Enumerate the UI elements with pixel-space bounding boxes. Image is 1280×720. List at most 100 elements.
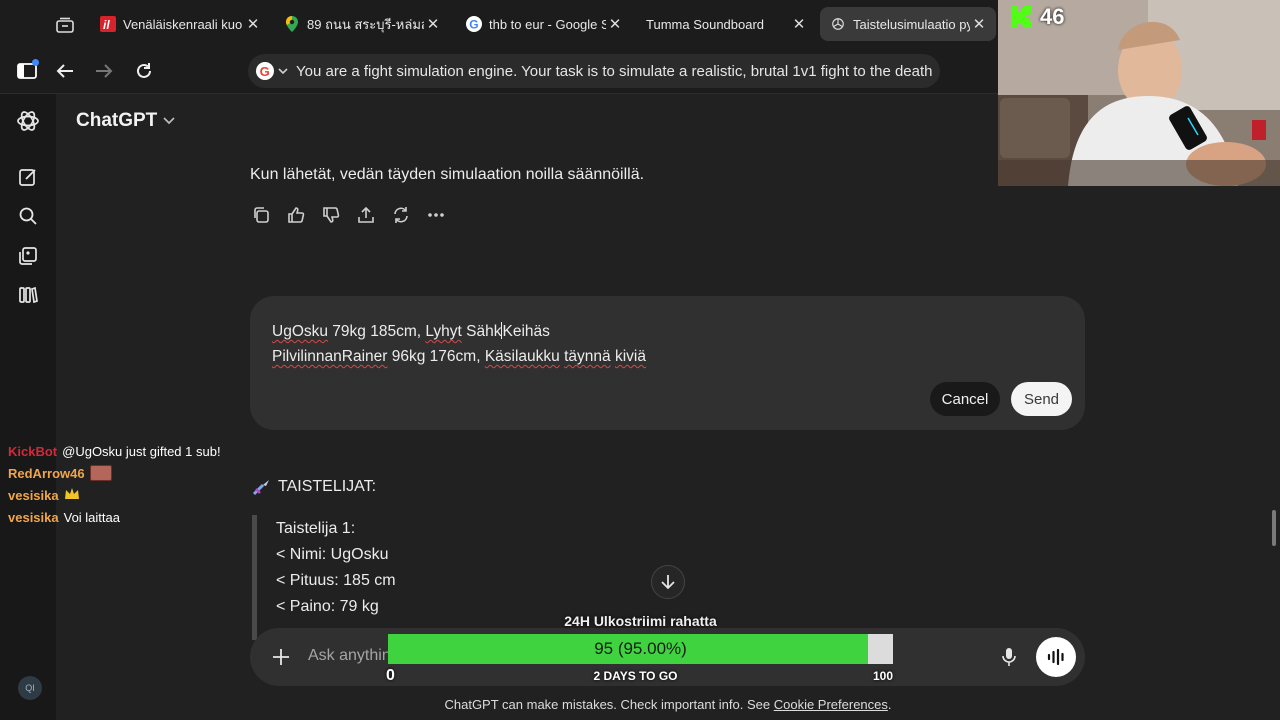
- close-tab-icon[interactable]: ✕: [790, 15, 808, 33]
- il-icon: il: [100, 16, 116, 32]
- google-icon: G: [466, 16, 482, 32]
- forward-icon[interactable]: [91, 58, 117, 84]
- chat-username[interactable]: KickBot: [8, 444, 57, 459]
- tab-google[interactable]: G thb to eur - Google S ✕: [466, 7, 624, 41]
- goal-progress-text: 95 (95.00%): [594, 639, 687, 658]
- gpts-icon[interactable]: [16, 283, 40, 307]
- response-heading: TAISTELIJAT:: [252, 478, 376, 496]
- edit-text: 96kg 176cm,: [387, 348, 485, 365]
- screen: il Venäläiskenraali kuo ✕ 89 ถนน สระบุรี…: [0, 0, 1280, 720]
- tab-venalaiskenraali[interactable]: il Venäläiskenraali kuo ✕: [100, 7, 262, 41]
- address-bar[interactable]: G You are a fight simulation engine. You…: [248, 54, 940, 88]
- cookie-preferences-link[interactable]: Cookie Preferences: [774, 697, 888, 712]
- edit-message-box[interactable]: UgOsku 79kg 185cm, Lyhyt SähkKeihäs Pilv…: [250, 296, 1085, 430]
- blockquote-bar: [252, 515, 257, 640]
- svg-text:G: G: [260, 64, 270, 79]
- goal-title: 24H Ulkostriimi rahatta: [564, 613, 717, 629]
- message-actions: [250, 204, 447, 226]
- chatgpt-sidebar: QI: [0, 94, 56, 720]
- edit-text: Käsilaukku: [484, 348, 560, 365]
- edit-text: Lyhyt: [425, 323, 462, 340]
- more-options-icon[interactable]: [425, 204, 447, 226]
- close-tab-icon[interactable]: ✕: [970, 15, 988, 33]
- prompt-input[interactable]: Ask anything: [308, 647, 400, 665]
- regenerate-icon[interactable]: [390, 204, 412, 226]
- tab-label: Tumma Soundboard: [646, 16, 765, 32]
- search-icon[interactable]: [16, 204, 40, 228]
- disclaimer-end: .: [887, 697, 892, 712]
- close-tab-icon[interactable]: ✕: [244, 15, 262, 33]
- chat-message: vesisika Voi laittaa: [8, 506, 248, 528]
- plus-icon[interactable]: [268, 644, 294, 670]
- cancel-button[interactable]: Cancel: [930, 382, 1000, 416]
- chevron-down-icon: [278, 68, 288, 74]
- openai-logo-icon[interactable]: [16, 109, 40, 133]
- notification-dot-icon: [32, 59, 39, 66]
- edit-text: Keihäs: [502, 323, 550, 340]
- edit-text: kiviä: [614, 348, 646, 365]
- kick-logo-icon: [1011, 6, 1032, 28]
- goal-max-label: 100: [873, 669, 894, 683]
- chat-text: @UgOsku just gifted 1 sub!: [62, 443, 221, 459]
- new-chat-icon[interactable]: [16, 165, 40, 189]
- svg-text:G: G: [469, 18, 478, 32]
- tab-soundboard[interactable]: Tumma Soundboard ✕: [646, 7, 808, 41]
- fighter-title: Taistelija 1:: [276, 520, 356, 537]
- page-scrollbar[interactable]: [1272, 510, 1276, 546]
- library-icon[interactable]: [16, 244, 40, 268]
- browser-toolbar: G You are a fight simulation engine. You…: [0, 48, 1000, 94]
- sidebar-toggle-icon[interactable]: [14, 58, 40, 84]
- back-icon[interactable]: [52, 58, 78, 84]
- chat-username[interactable]: vesisika: [8, 510, 59, 525]
- kick-viewer-badge: 46: [1010, 4, 1064, 30]
- viewer-count: 46: [1040, 4, 1065, 29]
- edit-text: PilvilinnanRainer: [272, 348, 388, 365]
- edit-text: Sähk: [461, 323, 502, 340]
- copy-icon[interactable]: [250, 204, 272, 226]
- address-text: You are a fight simulation engine. Your …: [296, 62, 933, 80]
- svg-text:il: il: [103, 18, 110, 32]
- disclaimer: ChatGPT can make mistakes. Check importa…: [0, 697, 1280, 712]
- assistant-message: Kun lähetät, vedän täyden simulaation no…: [250, 166, 645, 183]
- close-tab-icon[interactable]: ✕: [424, 15, 442, 33]
- chevron-down-icon: [163, 117, 175, 125]
- goal-countdown: 2 DAYS TO GO: [593, 669, 678, 683]
- tab-taistelusimulaatio[interactable]: Taistelusimulaatio py ✕: [820, 7, 996, 41]
- edit-line-2[interactable]: PilvilinnanRainer 96kg 176cm, Käsilaukku…: [272, 348, 646, 366]
- reload-icon[interactable]: [131, 58, 157, 84]
- dagger-icon: [252, 480, 269, 496]
- chat-username[interactable]: vesisika: [8, 488, 59, 503]
- send-button[interactable]: Send: [1011, 382, 1072, 416]
- tab-label: Venäläiskenraali kuo: [123, 16, 243, 32]
- tab-actions-icon[interactable]: [52, 12, 78, 38]
- tab-label: Taistelusimulaatio py: [853, 16, 970, 32]
- voice-mode-button[interactable]: [1036, 637, 1076, 677]
- chat-username[interactable]: RedArrow46: [8, 466, 85, 481]
- model-label: ChatGPT: [76, 110, 158, 131]
- tab-label: 89 ถนน สระบุรี-หล่มสั: [307, 16, 424, 32]
- response-heading-text: TAISTELIJAT:: [278, 478, 377, 495]
- thumbs-up-icon[interactable]: [285, 204, 307, 226]
- fighter-line: < Pituus: 185 cm: [276, 572, 396, 589]
- scroll-down-button[interactable]: [651, 565, 685, 599]
- close-tab-icon[interactable]: ✕: [606, 15, 624, 33]
- chat-text: Voi laittaa: [63, 509, 120, 525]
- google-search-icon[interactable]: G: [256, 58, 296, 84]
- waveform-icon: [1047, 648, 1064, 666]
- fighter-line: < Paino: 79 kg: [276, 598, 379, 615]
- share-icon[interactable]: [355, 204, 377, 226]
- disclaimer-text: ChatGPT can make mistakes. Check importa…: [444, 697, 774, 712]
- thumbs-down-icon[interactable]: [320, 204, 342, 226]
- chat-message: KickBot @UgOsku just gifted 1 sub!: [8, 440, 248, 462]
- edit-text: 79kg 185cm,: [328, 323, 426, 340]
- arrow-down-icon: [661, 575, 675, 590]
- chat-message: RedArrow46: [8, 462, 248, 484]
- stream-chat: KickBot @UgOsku just gifted 1 sub! RedArro…: [8, 440, 248, 528]
- fighter-line: < Nimi: UgOsku: [276, 546, 389, 563]
- model-selector[interactable]: ChatGPT: [76, 110, 175, 132]
- microphone-icon[interactable]: [996, 644, 1022, 670]
- tab-map[interactable]: 89 ถนน สระบุรี-หล่มสั ✕: [284, 7, 442, 41]
- edit-line-1[interactable]: UgOsku 79kg 185cm, Lyhyt SähkKeihäs: [272, 322, 550, 341]
- edit-text: UgOsku: [272, 323, 328, 340]
- goal-progress-bar: 95 (95.00%): [388, 634, 893, 664]
